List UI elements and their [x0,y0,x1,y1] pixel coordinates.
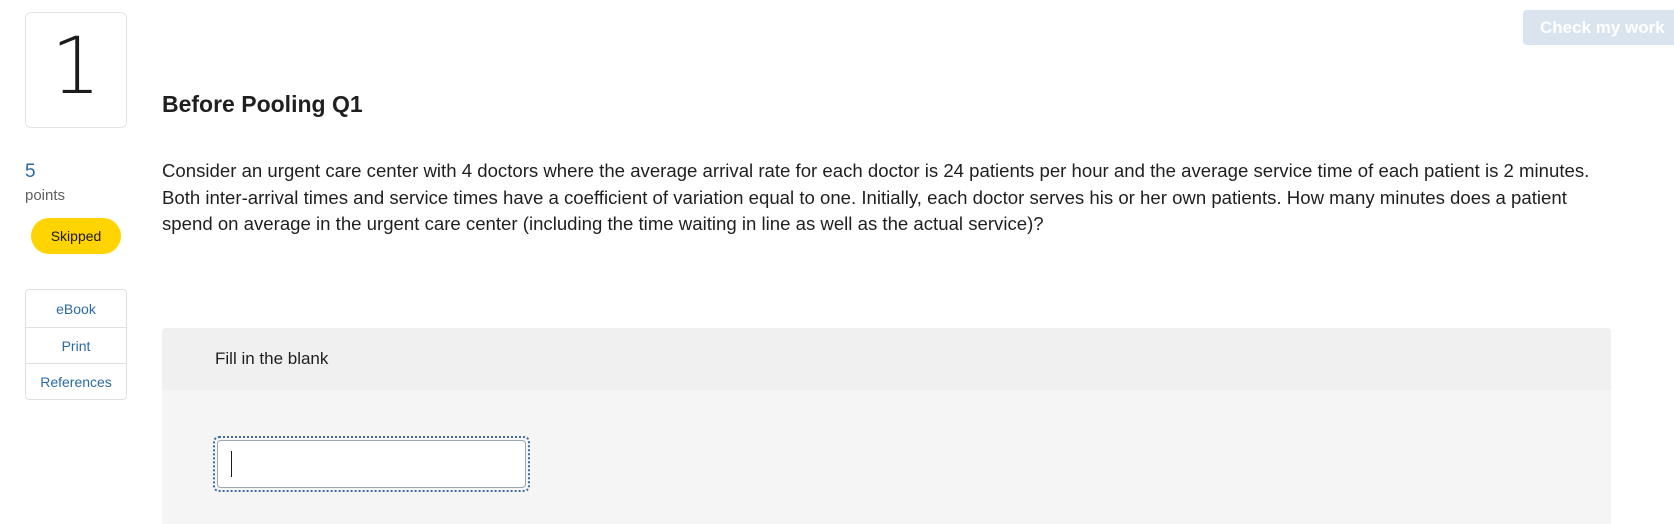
question-number-box: 1 [25,12,127,128]
answer-blank-input[interactable] [217,440,526,488]
points-value: 5 [25,161,36,182]
answer-section-label: Fill in the blank [162,328,1611,390]
print-link[interactable]: Print [26,328,126,364]
status-badge: Skipped [31,218,121,254]
blank-focus-ring [213,436,530,492]
question-title: Before Pooling Q1 [162,91,363,117]
ebook-link[interactable]: eBook [26,290,126,328]
question-tools: eBook Print References [25,289,127,400]
text-caret [231,451,232,477]
question-number: 1 [51,22,101,112]
question-page: 1 5 points Skipped eBook Print Reference… [0,0,1674,524]
points-label: points [25,187,66,204]
answer-panel: Fill in the blank [162,328,1611,524]
check-my-work-button[interactable]: Check my work [1523,10,1674,45]
question-text: Consider an urgent care center with 4 do… [162,160,1590,234]
references-link[interactable]: References [26,364,126,399]
